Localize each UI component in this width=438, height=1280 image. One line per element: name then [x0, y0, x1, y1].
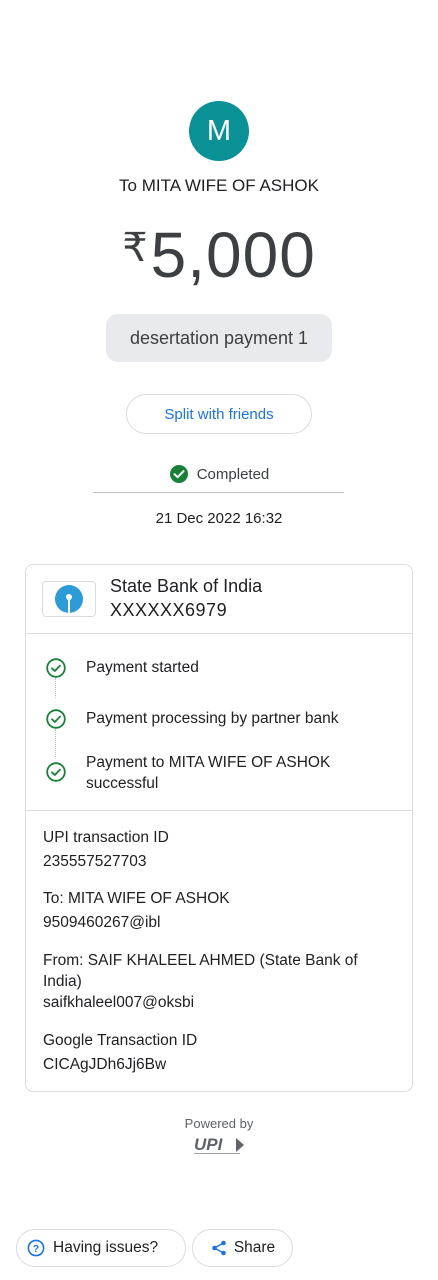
share-button[interactable]: Share	[192, 1229, 293, 1267]
bank-name: State Bank of India	[110, 576, 263, 596]
payment-steps: Payment started Payment processing by pa…	[26, 634, 412, 811]
to-upi-id: 9509460267@ibl	[43, 914, 161, 931]
share-icon	[212, 1240, 226, 1256]
having-issues-button[interactable]: ? Having issues?	[16, 1229, 186, 1267]
split-with-friends-button[interactable]: Split with friends	[126, 394, 312, 434]
payment-status: Completed	[0, 464, 438, 484]
amount-value: 5,000	[150, 219, 316, 291]
bank-account-number: XXXXXX6979	[110, 600, 228, 620]
step-label: Payment started	[86, 659, 199, 676]
from-label: From: SAIF KHALEEL AHMED (State Bank of …	[43, 952, 358, 990]
check-circle-outline-icon	[46, 658, 66, 678]
step-connector	[55, 678, 56, 698]
upi-transaction-id-value: 235557527703	[43, 853, 147, 870]
avatar-letter: M	[206, 114, 232, 147]
bank-logo	[42, 581, 96, 617]
step-label: Payment processing by partner bank	[86, 710, 339, 727]
split-button-label: Split with friends	[164, 405, 274, 423]
payment-note-text: desertation payment 1	[129, 327, 309, 348]
from-upi-id: saifkhaleel007@oksbi	[43, 994, 195, 1011]
google-transaction-id-label: Google Transaction ID	[43, 1032, 198, 1049]
divider	[93, 492, 344, 493]
payment-amount: ₹5,000	[0, 218, 438, 292]
powered-by-label: Powered by	[184, 1116, 254, 1131]
to-label: To: MITA WIFE OF ASHOK	[43, 890, 230, 907]
sbi-logo-icon	[55, 585, 83, 613]
help-circle-icon: ?	[27, 1239, 45, 1257]
check-circle-outline-icon	[46, 709, 66, 729]
status-label: Completed	[196, 465, 270, 483]
transaction-datetime: 21 Dec 2022 16:32	[155, 510, 283, 527]
step-label: Payment to MITA WIFE OF ASHOK successful	[86, 754, 331, 792]
step-connector	[55, 729, 56, 757]
share-label: Share	[233, 1239, 276, 1256]
payment-note: desertation payment 1	[106, 314, 332, 362]
having-issues-label: Having issues?	[53, 1239, 159, 1256]
check-circle-filled-icon	[169, 465, 188, 483]
upi-logo-text: UPI	[194, 1135, 224, 1154]
svg-text:?: ?	[33, 1243, 39, 1255]
currency-symbol: ₹	[122, 226, 149, 270]
upi-logo: UPI	[194, 1135, 244, 1154]
transaction-card: State Bank of India XXXXXX6979 Payment s…	[25, 564, 413, 1092]
recipient-avatar: M	[189, 101, 249, 161]
bank-account-row: State Bank of India XXXXXX6979	[26, 565, 412, 634]
upi-transaction-id-label: UPI transaction ID	[43, 829, 169, 846]
check-circle-outline-icon	[46, 762, 66, 782]
recipient-name: To MITA WIFE OF ASHOK	[119, 176, 319, 195]
google-transaction-id-value: CICAgJDh6Jj6Bw	[43, 1056, 167, 1073]
